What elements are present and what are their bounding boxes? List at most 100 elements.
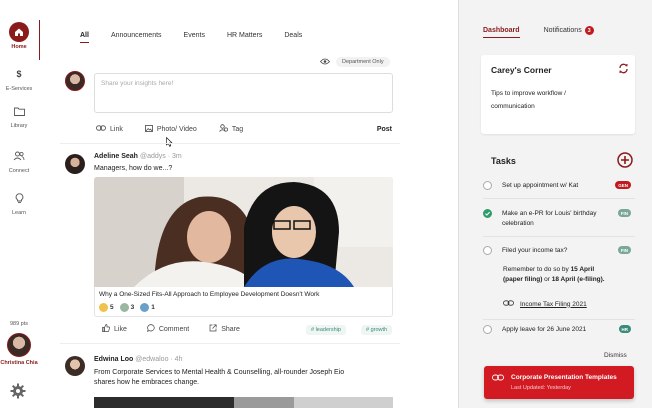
notifications-label: Notifications: [543, 27, 582, 34]
comment-button[interactable]: Comment: [146, 324, 190, 334]
like-label: Like: [114, 325, 127, 333]
post-author[interactable]: Adeline Seah @addys · 3m: [94, 153, 182, 160]
presentation-templates-toast[interactable]: Corporate Presentation Templates Last Up…: [484, 366, 634, 399]
task-category-badge: GEN: [615, 181, 631, 189]
task-checkbox[interactable]: [483, 325, 492, 334]
tab-hr-matters[interactable]: HR Matters: [227, 32, 262, 43]
composer-actions: Link Photo/ Video Tag Post: [96, 124, 392, 134]
author-handle: @edwaloo · 4h: [135, 356, 183, 363]
task-text: Apply leave for 26 June 2021: [502, 326, 587, 333]
post-button[interactable]: Post: [377, 126, 392, 133]
nav-item-learn[interactable]: Learn: [0, 188, 38, 216]
composer-avatar: [65, 71, 85, 91]
eye-icon[interactable]: [319, 58, 331, 67]
points-label: 989 pts: [9, 321, 29, 327]
comment-icon: [146, 324, 155, 334]
home-icon: [9, 22, 29, 42]
post-author-avatar[interactable]: [65, 154, 85, 174]
post-body: From Corporate Services to Mental Health…: [94, 369, 345, 386]
nav-item-label: Library: [10, 123, 28, 129]
tag-label: Tag: [231, 125, 244, 133]
tab-events[interactable]: Events: [184, 32, 205, 43]
tag-button[interactable]: Tag: [219, 124, 243, 134]
gear-icon[interactable]: [10, 383, 26, 401]
link-button[interactable]: Link: [96, 125, 123, 133]
reminder-prefix: Remember to do so by: [503, 266, 571, 273]
share-button[interactable]: Share: [209, 324, 240, 334]
nav-item-home[interactable]: Home: [0, 22, 38, 50]
people-icon: [9, 146, 29, 166]
share-icon: [209, 324, 217, 334]
nav-item-label: Learn: [11, 210, 27, 216]
task-checkbox[interactable]: [483, 181, 492, 190]
nav-item-library[interactable]: Library: [0, 101, 38, 129]
hashtag-chip[interactable]: # leadership: [306, 325, 346, 335]
income-tax-link[interactable]: Income Tax Filing 2021: [503, 300, 587, 308]
comment-label: Comment: [158, 325, 190, 333]
link-preview-card[interactable]: Why a One-Sized Fits-All Approach to Emp…: [94, 287, 393, 317]
clap-reaction-icon: [99, 303, 108, 312]
task-text: Make an e-PR for Louis' birthday celebra…: [502, 210, 597, 227]
task-category-badge: HR: [618, 325, 631, 333]
divider: [483, 319, 635, 320]
nav-item-e-services[interactable]: $ E-Services: [0, 64, 38, 92]
user-avatar[interactable]: [7, 333, 31, 357]
task-checkbox-checked[interactable]: [483, 209, 492, 218]
post-body: Managers, how do we...?: [94, 165, 173, 172]
notification-count-badge: 3: [584, 26, 594, 35]
reaction-summary[interactable]: 5 3 1: [99, 303, 155, 312]
post-image[interactable]: [94, 397, 393, 408]
divider: [60, 143, 400, 144]
author-name: Edwina Loo: [94, 356, 134, 363]
nav-item-label: Connect: [8, 168, 30, 174]
idea-reaction-icon: [140, 303, 150, 312]
divider: [483, 236, 635, 237]
careys-corner-card[interactable]: Carey's Corner Tips to improve workflow …: [481, 55, 635, 134]
card-text: Tips to improve workflow / communication: [491, 90, 566, 110]
tab-deals[interactable]: Deals: [284, 32, 302, 43]
right-tabs: Dashboard Notifications 3: [483, 26, 618, 38]
refresh-icon[interactable]: [618, 63, 629, 76]
dismiss-button[interactable]: Dismiss: [604, 352, 627, 359]
folder-icon: [9, 101, 29, 121]
author-name: Adeline Seah: [94, 153, 138, 160]
share-label: Share: [221, 325, 240, 333]
like-button[interactable]: Like: [102, 324, 127, 334]
active-indicator: [39, 20, 40, 60]
tab-all[interactable]: All: [80, 32, 89, 43]
link-label: Income Tax Filing 2021: [520, 300, 587, 308]
post-actions: Like Comment Share: [102, 324, 260, 334]
tab-dashboard[interactable]: Dashboard: [483, 26, 520, 38]
feed-column: All Announcements Events HR Matters Deal…: [60, 0, 400, 408]
nav-item-label: E-Services: [5, 86, 33, 92]
task-category-badge: FIN: [617, 246, 631, 254]
link-preview-title: Why a One-Sized Fits-All Approach to Emp…: [99, 291, 320, 298]
tasks-title: Tasks: [491, 156, 516, 166]
task-text: Set up appointment w/ Kat: [502, 182, 579, 189]
toast-title: Corporate Presentation Templates: [511, 374, 617, 381]
thumbs-reaction-icon: [119, 303, 129, 312]
composer-input[interactable]: Share your insights here!: [94, 73, 393, 113]
hashtag-chip[interactable]: # growth: [361, 325, 393, 335]
tab-announcements[interactable]: Announcements: [111, 32, 162, 43]
photo-video-button[interactable]: Photo/ Video: [144, 124, 197, 134]
visibility-selector[interactable]: Department Only: [336, 57, 390, 67]
card-title: Carey's Corner: [491, 65, 552, 75]
post-author[interactable]: Edwina Loo @edwaloo · 4h: [94, 356, 182, 363]
task-checkbox[interactable]: [483, 246, 492, 255]
lightbulb-icon: [9, 188, 29, 208]
link-label: Link: [110, 125, 123, 133]
author-handle: @addys · 3m: [139, 153, 182, 160]
tag-people-icon: [219, 124, 228, 134]
post-author-avatar[interactable]: [65, 356, 85, 376]
post-image[interactable]: [94, 177, 393, 287]
nav-item-connect[interactable]: Connect: [0, 146, 38, 174]
reminder-date: 18 April (e-filing).: [551, 276, 605, 283]
user-name: Christina Chia: [0, 360, 38, 366]
tab-notifications[interactable]: Notifications 3: [544, 26, 594, 38]
nav-item-label: Home: [11, 44, 27, 50]
divider: [60, 343, 400, 344]
reminder-connector: or: [542, 276, 552, 283]
link-icon: [96, 125, 106, 133]
add-task-icon[interactable]: [617, 152, 633, 170]
